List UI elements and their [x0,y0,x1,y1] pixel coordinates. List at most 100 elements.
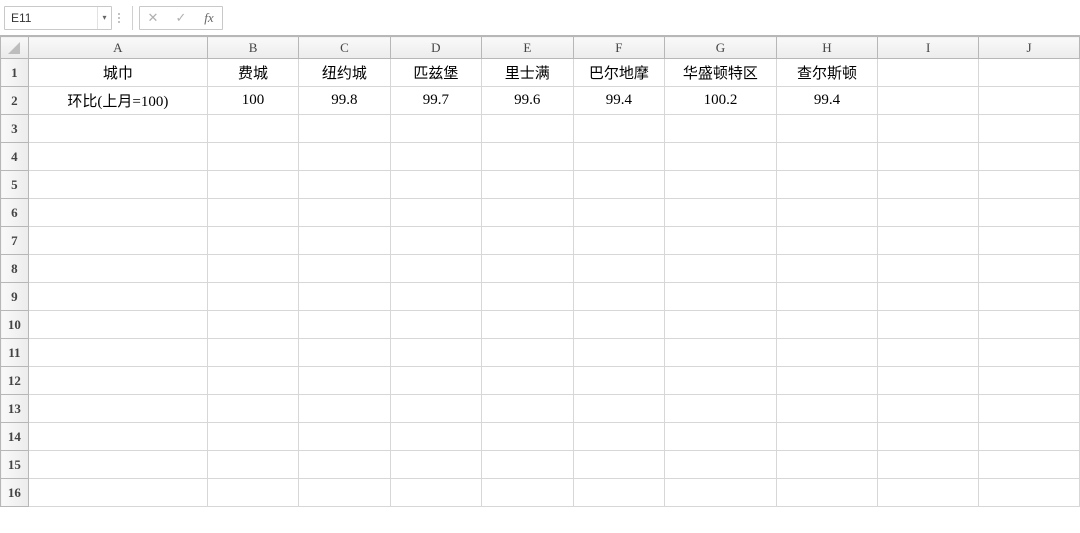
col-head-E[interactable]: E [482,37,573,59]
cell-B9[interactable] [207,283,298,311]
cell-B16[interactable] [207,479,298,507]
cell-H2[interactable]: 99.4 [776,87,878,115]
row-head-7[interactable]: 7 [1,227,29,255]
cell-A5[interactable] [28,171,207,199]
cell-H1[interactable]: 查尔斯顿 [776,59,878,87]
cell-G13[interactable] [665,395,777,423]
cell-C5[interactable] [299,171,390,199]
cell-G3[interactable] [665,115,777,143]
cell-F13[interactable] [573,395,665,423]
cell-J8[interactable] [979,255,1080,283]
cell-I2[interactable] [878,87,979,115]
select-all-corner[interactable] [1,37,29,59]
cell-H11[interactable] [776,339,878,367]
col-head-H[interactable]: H [776,37,878,59]
cell-A1[interactable]: 城巾 [28,59,207,87]
cell-E15[interactable] [482,451,573,479]
cancel-button[interactable]: ✕ [146,11,160,25]
cell-C2[interactable]: 99.8 [299,87,390,115]
cell-B14[interactable] [207,423,298,451]
cell-G9[interactable] [665,283,777,311]
cell-H4[interactable] [776,143,878,171]
cell-H14[interactable] [776,423,878,451]
cell-I3[interactable] [878,115,979,143]
cell-A14[interactable] [28,423,207,451]
cell-J1[interactable] [979,59,1080,87]
cell-E6[interactable] [482,199,573,227]
cell-H7[interactable] [776,227,878,255]
name-box-dropdown-icon[interactable]: ▾ [97,7,111,29]
row-head-2[interactable]: 2 [1,87,29,115]
cell-F7[interactable] [573,227,665,255]
row-head-6[interactable]: 6 [1,199,29,227]
cell-D7[interactable] [390,227,481,255]
cell-B3[interactable] [207,115,298,143]
cell-D12[interactable] [390,367,481,395]
cell-H6[interactable] [776,199,878,227]
cell-B6[interactable] [207,199,298,227]
cell-I15[interactable] [878,451,979,479]
row-head-8[interactable]: 8 [1,255,29,283]
cell-A2[interactable]: 环比(上月=100) [28,87,207,115]
cell-B12[interactable] [207,367,298,395]
cell-C8[interactable] [299,255,390,283]
cell-E2[interactable]: 99.6 [482,87,573,115]
cell-E10[interactable] [482,311,573,339]
cell-D6[interactable] [390,199,481,227]
col-head-C[interactable]: C [299,37,390,59]
cell-C3[interactable] [299,115,390,143]
cell-H15[interactable] [776,451,878,479]
cell-J15[interactable] [979,451,1080,479]
cell-F2[interactable]: 99.4 [573,87,665,115]
cell-F1[interactable]: 巴尔地摩 [573,59,665,87]
cell-B8[interactable] [207,255,298,283]
cell-G15[interactable] [665,451,777,479]
cell-A6[interactable] [28,199,207,227]
cell-F9[interactable] [573,283,665,311]
cell-J14[interactable] [979,423,1080,451]
cell-J4[interactable] [979,143,1080,171]
cell-D3[interactable] [390,115,481,143]
cell-C10[interactable] [299,311,390,339]
col-head-D[interactable]: D [390,37,481,59]
cell-J5[interactable] [979,171,1080,199]
cell-D5[interactable] [390,171,481,199]
cell-B7[interactable] [207,227,298,255]
cell-J3[interactable] [979,115,1080,143]
cell-G11[interactable] [665,339,777,367]
cell-G16[interactable] [665,479,777,507]
cell-J7[interactable] [979,227,1080,255]
cell-J9[interactable] [979,283,1080,311]
cell-A8[interactable] [28,255,207,283]
confirm-button[interactable]: ✓ [174,11,188,25]
cell-F11[interactable] [573,339,665,367]
cell-J11[interactable] [979,339,1080,367]
cell-F10[interactable] [573,311,665,339]
cell-H13[interactable] [776,395,878,423]
cell-D14[interactable] [390,423,481,451]
cell-D10[interactable] [390,311,481,339]
cell-E7[interactable] [482,227,573,255]
col-head-B[interactable]: B [207,37,298,59]
cell-C12[interactable] [299,367,390,395]
cell-F4[interactable] [573,143,665,171]
cell-I5[interactable] [878,171,979,199]
cell-E3[interactable] [482,115,573,143]
cell-J16[interactable] [979,479,1080,507]
cell-A15[interactable] [28,451,207,479]
cell-C7[interactable] [299,227,390,255]
cell-C16[interactable] [299,479,390,507]
cell-A12[interactable] [28,367,207,395]
row-head-13[interactable]: 13 [1,395,29,423]
cell-A3[interactable] [28,115,207,143]
cell-F3[interactable] [573,115,665,143]
col-head-I[interactable]: I [878,37,979,59]
cell-D15[interactable] [390,451,481,479]
col-head-F[interactable]: F [573,37,665,59]
cell-H8[interactable] [776,255,878,283]
cell-C6[interactable] [299,199,390,227]
cell-B4[interactable] [207,143,298,171]
cell-H12[interactable] [776,367,878,395]
cell-D11[interactable] [390,339,481,367]
cell-A13[interactable] [28,395,207,423]
